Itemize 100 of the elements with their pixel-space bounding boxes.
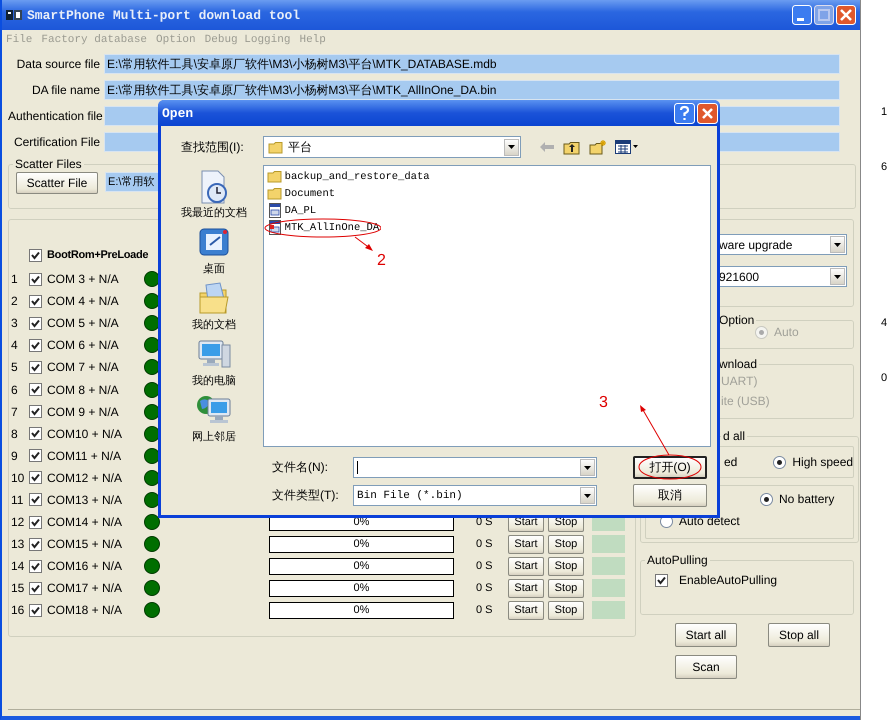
radio-button[interactable] — [760, 492, 773, 506]
checkbox[interactable] — [29, 294, 42, 308]
port-label: COM11 + N/A — [47, 448, 122, 463]
radio-button[interactable] — [773, 456, 786, 468]
progress-text: 0% — [352, 536, 370, 552]
cancel-button[interactable]: 取消 — [633, 484, 707, 507]
field-label: 查找范围(I): — [180, 138, 245, 156]
checkbox[interactable] — [29, 604, 42, 617]
place-link[interactable]: 网上邻居 — [192, 429, 236, 444]
new-folder-icon[interactable] — [589, 139, 607, 155]
progress-text: 0% — [352, 580, 370, 596]
checkbox[interactable] — [29, 516, 42, 529]
row-number: 10 — [10, 470, 26, 485]
input-field[interactable]: E:\常用软件工具\安卓原厂软件\M3\小杨树M3\平台\MTK_AllInOne_DA.bin — [104, 80, 840, 100]
start-button[interactable]: Start — [508, 534, 544, 554]
field-label: 文件类型(T): — [271, 487, 340, 504]
progress-text: 0% — [352, 558, 370, 574]
action-button[interactable]: Scan — [675, 655, 737, 679]
help-button[interactable] — [674, 102, 695, 124]
field-label: 文件名(N): — [271, 459, 329, 476]
start-button[interactable]: Start — [508, 556, 544, 576]
text-fragment: 6 — [881, 161, 887, 173]
text-fragment: 0 — [881, 372, 887, 384]
checkbox[interactable] — [29, 383, 42, 396]
place-link[interactable]: 我最近的文档 — [180, 205, 247, 220]
port-label: COM12 + N/A — [47, 470, 124, 485]
stop-button[interactable]: Stop — [548, 556, 584, 576]
radio-label: UART) — [720, 373, 758, 390]
open-button[interactable]: 打开(O) — [633, 456, 707, 479]
input-field[interactable]: E:\常用软件工具\安卓原厂软件\M3\小杨树M3\平台\MTK_DATABASE.mdb — [104, 54, 840, 74]
stop-button[interactable]: Stop — [548, 534, 584, 554]
window-title: SmartPhone Multi-port download tool — [27, 8, 302, 22]
row-number: 8 — [10, 426, 19, 441]
radio-label: ite (USB) — [720, 393, 771, 410]
group-title: Scatter Files — [14, 157, 83, 171]
file-name[interactable]: DA_PL — [284, 204, 316, 216]
location-dropdown[interactable]: 平台 — [263, 136, 521, 158]
row-number: 5 — [10, 360, 19, 374]
minimize-button[interactable] — [792, 5, 812, 25]
group-title: AutoPulling — [646, 553, 709, 567]
column-header: BootRom+PreLoade — [47, 249, 148, 261]
start-button[interactable]: Start — [508, 578, 544, 598]
field-label: Authentication file — [8, 108, 100, 125]
result-indicator — [592, 601, 625, 620]
file-name[interactable]: Document — [284, 188, 336, 200]
view-menu-icon[interactable] — [615, 140, 639, 154]
group-title: Option — [718, 313, 756, 327]
close-button[interactable] — [697, 102, 718, 124]
annotation-number: 3 — [599, 394, 608, 412]
checkbox[interactable] — [29, 582, 42, 595]
maximize-button[interactable] — [814, 5, 834, 25]
file-type-dropdown[interactable]: Bin File (*.bin) — [353, 485, 597, 506]
checkbox[interactable] — [29, 493, 42, 506]
row-number: 7 — [10, 404, 19, 419]
port-label: COM 5 + N/A — [47, 316, 120, 330]
result-indicator — [592, 557, 625, 576]
checkbox[interactable] — [29, 360, 42, 374]
file-name[interactable]: backup_and_restore_data — [284, 170, 430, 182]
port-label: COM17 + N/A — [47, 581, 124, 596]
checkbox[interactable] — [29, 560, 42, 573]
checkbox[interactable] — [29, 471, 42, 484]
scatter-file-button[interactable]: Scatter File — [16, 172, 98, 194]
port-label: COM13 + N/A — [47, 492, 124, 507]
elapsed-time: 0 S — [475, 604, 494, 616]
checkbox[interactable] — [29, 248, 42, 262]
input-field[interactable]: E:\常用软 — [105, 172, 159, 192]
status-dot-icon — [144, 536, 160, 552]
action-button[interactable]: Stop all — [768, 623, 830, 647]
up-folder-icon[interactable] — [563, 140, 581, 154]
checkbox[interactable] — [29, 405, 42, 418]
elapsed-time: 0 S — [475, 582, 494, 594]
file-icon — [266, 203, 283, 218]
text-fragment: 4 — [881, 317, 887, 329]
port-label: COM14 + N/A — [47, 515, 124, 530]
row-number: 12 — [10, 515, 26, 530]
annotation-number: 2 — [377, 252, 386, 270]
field-label: DA file name — [30, 82, 100, 99]
radio-label: High speed — [792, 455, 854, 469]
close-button[interactable] — [836, 5, 856, 25]
port-label: COM 4 + N/A — [47, 294, 120, 308]
checkbox[interactable] — [29, 338, 42, 352]
checkbox[interactable] — [29, 272, 42, 286]
port-label: COM15 + N/A — [47, 537, 124, 552]
checkbox[interactable] — [29, 449, 42, 462]
result-indicator — [592, 579, 625, 598]
stop-button[interactable]: Stop — [548, 578, 584, 598]
place-link[interactable]: 桌面 — [202, 261, 225, 276]
place-link[interactable]: 我的文档 — [192, 317, 236, 332]
place-link[interactable]: 我的电脑 — [192, 373, 236, 388]
checkbox[interactable] — [29, 538, 42, 551]
checkbox[interactable] — [29, 316, 42, 330]
row-number: 9 — [10, 448, 19, 463]
file-name-field[interactable] — [353, 457, 597, 478]
folder-icon — [266, 186, 283, 201]
stop-button[interactable]: Stop — [548, 600, 584, 620]
action-button[interactable]: Start all — [675, 623, 737, 647]
start-button[interactable]: Start — [508, 600, 544, 620]
checkbox[interactable] — [29, 427, 42, 440]
checkbox[interactable] — [655, 574, 668, 586]
row-number: 6 — [10, 382, 19, 397]
